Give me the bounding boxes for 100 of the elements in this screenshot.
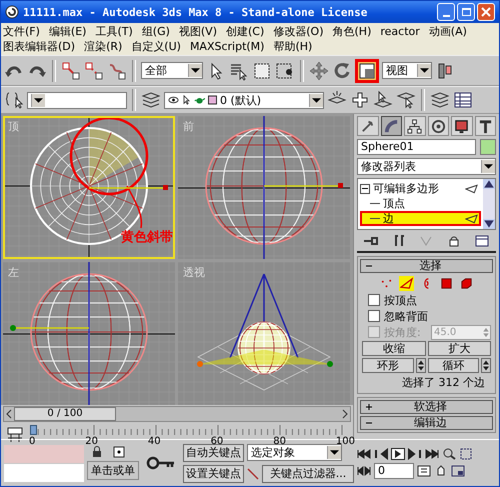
spinner-arrows-icon[interactable] — [416, 358, 426, 373]
pin-stack-icon[interactable] — [362, 235, 379, 247]
named-selection-dropdown[interactable] — [27, 92, 127, 108]
rollout-header[interactable]: 选择 — [360, 259, 493, 273]
rectangle-select-icon[interactable] — [252, 60, 272, 80]
lock-icon[interactable] — [91, 446, 103, 458]
slash-icon[interactable] — [247, 468, 259, 480]
play-icon[interactable] — [391, 448, 405, 460]
menu-item[interactable]: 编辑(E) — [48, 24, 86, 39]
checkbox-label: 按顶点 — [384, 292, 417, 308]
configure-sets-icon[interactable] — [474, 235, 490, 247]
plus-icon — [365, 403, 373, 411]
layer-dropdown[interactable]: 0 (默认) — [164, 92, 324, 108]
layers-icon[interactable] — [141, 90, 161, 110]
time-marker[interactable] — [30, 425, 37, 435]
panel-button[interactable]: 扩大 — [428, 341, 491, 356]
menu-item[interactable]: 修改器(O) — [273, 24, 324, 39]
scroll-up-icon[interactable] — [483, 179, 495, 189]
panel-button[interactable]: 环形 — [362, 358, 414, 373]
minimize-button[interactable] — [437, 3, 455, 21]
table-icon[interactable] — [453, 90, 473, 110]
selection-filter-dropdown[interactable]: 全部 — [141, 62, 203, 79]
menu-item[interactable]: 文件(F) — [3, 24, 40, 39]
scroll-down-icon[interactable] — [483, 219, 495, 229]
previous-frame-icon[interactable] — [374, 448, 388, 460]
rollout-header[interactable]: 编辑边 — [360, 416, 493, 430]
stack-subitem[interactable]: 边 — [360, 211, 481, 226]
cube-icon — [460, 277, 473, 290]
dots-icon — [380, 277, 393, 290]
set-layer-icon[interactable] — [396, 90, 416, 110]
menu-item[interactable]: 帮助(H) — [273, 39, 312, 54]
create-tab[interactable] — [357, 116, 378, 136]
maximize-viewport-icon[interactable] — [451, 464, 465, 476]
key-icon[interactable] — [146, 456, 176, 470]
element-level-button[interactable] — [459, 276, 474, 291]
object-name-field[interactable]: Sphere01 — [357, 139, 476, 155]
scrollbar[interactable] — [483, 179, 495, 229]
menu-item[interactable]: 创建(C) — [226, 24, 264, 39]
scale-button[interactable] — [355, 58, 379, 82]
auto-key-button[interactable]: 自动关键点 — [183, 444, 244, 462]
unlink-icon[interactable] — [84, 60, 104, 80]
motion-tab[interactable] — [428, 116, 449, 136]
cursor-icon — [181, 95, 192, 105]
menu-item[interactable]: 视图(V) — [178, 24, 217, 39]
modify-tab[interactable] — [380, 116, 402, 136]
rotate-icon[interactable] — [332, 60, 352, 80]
rollout-header[interactable]: 软选择 — [360, 400, 493, 414]
selection-count-text: 选择了 312 个边 — [401, 375, 486, 390]
edge-level-button[interactable] — [399, 276, 414, 291]
display-tab[interactable] — [451, 116, 472, 136]
layers-icon[interactable] — [430, 90, 450, 110]
window-crossing-icon[interactable] — [275, 60, 295, 80]
selection-toggle-icon[interactable] — [113, 446, 125, 458]
menu-item[interactable]: 组(G) — [142, 24, 170, 39]
utilities-tab[interactable] — [474, 116, 496, 136]
checkbox[interactable] — [368, 310, 380, 322]
menu-item[interactable]: 图表编辑器(D) — [3, 39, 76, 54]
time-config-icon[interactable] — [417, 464, 431, 476]
menu-item[interactable]: MAXScript(M) — [190, 40, 264, 53]
stack-item[interactable]: 可编辑多边形 — [360, 181, 481, 196]
menu-item[interactable]: 自定义(U) — [131, 39, 181, 54]
menu-item[interactable]: 动画(A) — [428, 24, 467, 39]
menu-item[interactable]: 工具(T) — [95, 24, 133, 39]
curve-editor-icon[interactable] — [5, 425, 25, 445]
key-mode-icon[interactable] — [357, 464, 371, 476]
zoom-icon[interactable] — [442, 448, 456, 460]
close-button[interactable] — [477, 3, 495, 21]
menu-item[interactable]: 角色(H) — [332, 24, 372, 39]
go-to-end-icon[interactable] — [425, 448, 439, 460]
hierarchy-tab[interactable] — [404, 116, 426, 136]
set-key-button[interactable]: 设置关键点 — [183, 464, 244, 482]
close-icon[interactable] — [481, 7, 491, 17]
zoom-extents-icon[interactable] — [459, 448, 473, 460]
maximize-button[interactable] — [457, 3, 475, 21]
collapse-toggle-icon[interactable] — [360, 184, 370, 194]
modifier-list-dropdown[interactable]: 修改器列表 — [357, 158, 496, 175]
polygon-level-button[interactable] — [439, 276, 454, 291]
key-mode-dropdown[interactable]: 选定对象 — [247, 444, 342, 461]
script-listener-field[interactable] — [4, 444, 84, 462]
menu-item[interactable]: 渲染(R) — [84, 39, 122, 54]
menu-item[interactable]: reactor — [380, 25, 420, 38]
stack-subitem[interactable]: 顶点 — [360, 196, 481, 211]
object-color-swatch[interactable] — [480, 139, 496, 155]
reference-coordinate-dropdown[interactable]: 视图 — [382, 62, 432, 79]
link-icon[interactable] — [61, 60, 81, 80]
panel-button[interactable]: 收缩 — [362, 341, 426, 356]
select-layer-icon[interactable] — [373, 90, 393, 110]
go-to-start-icon[interactable] — [357, 448, 371, 460]
next-frame-icon[interactable] — [408, 448, 422, 460]
frame-field[interactable]: 0 — [374, 462, 414, 478]
add-icon[interactable] — [350, 90, 370, 110]
move-icon[interactable] — [309, 60, 329, 80]
spinner-arrows-icon[interactable] — [481, 358, 491, 373]
script-input-field[interactable] — [4, 464, 84, 482]
panel-button[interactable]: 循环 — [428, 358, 479, 373]
key-filters-button[interactable]: 关键点过滤器... — [262, 464, 354, 482]
named-selection-icon[interactable] — [4, 90, 24, 110]
time-slider-thumb[interactable]: 0 / 100 — [14, 407, 116, 421]
checkbox[interactable] — [368, 294, 380, 306]
utilities-icon — [478, 118, 493, 134]
